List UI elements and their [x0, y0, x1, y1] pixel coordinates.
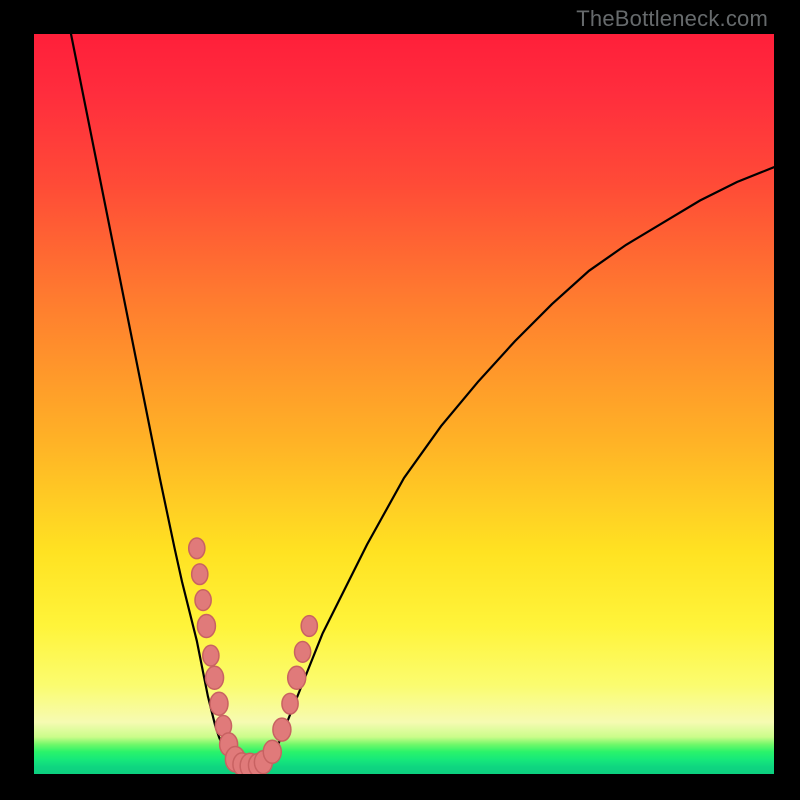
marker-point [206, 666, 224, 689]
marker-group [189, 538, 318, 774]
marker-point [263, 740, 281, 763]
marker-point [288, 666, 306, 689]
plot-area [34, 34, 774, 774]
watermark-text: TheBottleneck.com [576, 6, 768, 32]
marker-point [248, 754, 266, 774]
marker-point [220, 733, 238, 756]
marker-point [210, 692, 228, 715]
chart-canvas: TheBottleneck.com [0, 0, 800, 800]
marker-point [295, 642, 311, 663]
marker-point [189, 538, 205, 559]
marker-point [225, 747, 245, 772]
marker-point [233, 753, 251, 774]
marker-point [273, 718, 291, 741]
marker-point [192, 564, 208, 585]
marker-point [254, 751, 272, 774]
curve-svg [34, 34, 774, 774]
marker-point [203, 645, 219, 666]
marker-point [197, 615, 215, 638]
marker-point [301, 616, 317, 637]
marker-point [240, 753, 260, 774]
marker-point [195, 590, 211, 611]
marker-point [215, 716, 231, 737]
bottleneck-curve [71, 34, 774, 768]
marker-point [282, 693, 298, 714]
